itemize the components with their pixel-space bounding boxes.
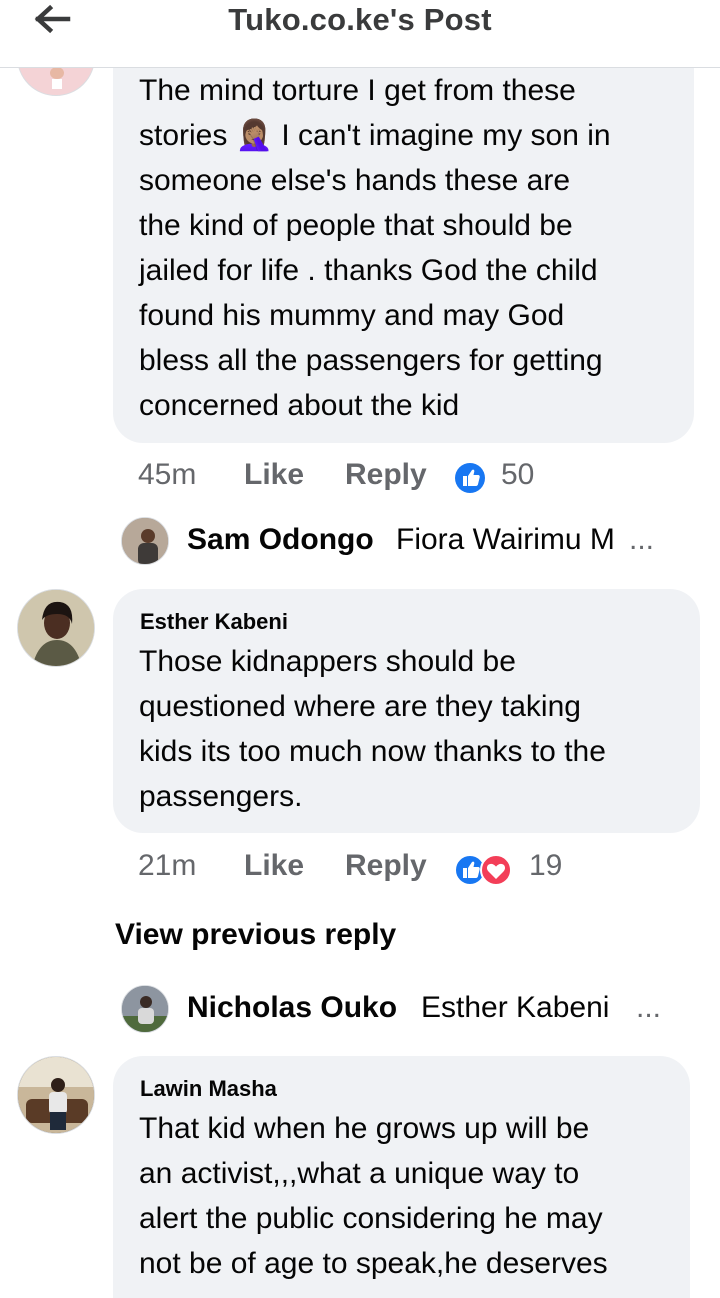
- reply-preview-text: Fiora Wairimu M: [396, 523, 615, 556]
- comment-bubble[interactable]: Esther Kabeni Those kidnappers should be…: [113, 589, 700, 833]
- reply-author[interactable]: Nicholas Ouko: [187, 991, 397, 1025]
- view-previous-reply-link[interactable]: View previous reply: [115, 918, 396, 952]
- avatar[interactable]: [17, 589, 95, 667]
- reply-preview-text: Esther Kabeni: [421, 991, 610, 1024]
- comment-timestamp: 21m: [138, 849, 197, 882]
- reactions[interactable]: [454, 853, 516, 895]
- comment-text: The mind torture I get from these storie…: [139, 74, 611, 422]
- comment-author[interactable]: Esther Kabeni: [140, 609, 288, 635]
- comment-bubble[interactable]: The mind torture I get from these storie…: [113, 50, 694, 443]
- post-header: Tuko.co.ke's Post: [0, 0, 720, 68]
- reply-author[interactable]: Sam Odongo: [187, 523, 374, 557]
- love-icon: [480, 854, 512, 886]
- reactions[interactable]: [454, 462, 486, 502]
- reaction-count: 50: [501, 458, 535, 491]
- comment-actions: 21m Like Reply 19: [138, 849, 698, 889]
- comment-text: That kid when he grows up will be an act…: [139, 1112, 608, 1280]
- comment-timestamp: 45m: [138, 458, 197, 491]
- reply-ellipsis: ...: [629, 523, 655, 556]
- comment-author[interactable]: Lawin Masha: [140, 1076, 277, 1102]
- avatar: [121, 517, 169, 565]
- reply-ellipsis: ...: [636, 991, 662, 1024]
- comment-text: Those kidnappers should be questioned wh…: [139, 645, 606, 813]
- avatar: [121, 985, 169, 1033]
- like-button[interactable]: Like: [244, 458, 304, 492]
- like-icon: [455, 463, 485, 493]
- reply-button[interactable]: Reply: [345, 458, 427, 492]
- reply-preview-row[interactable]: Sam Odongo Fiora Wairimu M ...: [121, 516, 681, 566]
- like-button[interactable]: Like: [244, 849, 304, 883]
- reaction-count: 19: [529, 849, 563, 882]
- page-title: Tuko.co.ke's Post: [228, 2, 492, 37]
- avatar[interactable]: [17, 1056, 95, 1134]
- comment-actions: 45m Like Reply 50: [138, 458, 698, 498]
- reply-preview-row[interactable]: Nicholas Ouko Esther Kabeni ...: [121, 984, 681, 1034]
- reply-button[interactable]: Reply: [345, 849, 427, 883]
- comment-bubble[interactable]: Lawin Masha That kid when he grows up wi…: [113, 1056, 690, 1298]
